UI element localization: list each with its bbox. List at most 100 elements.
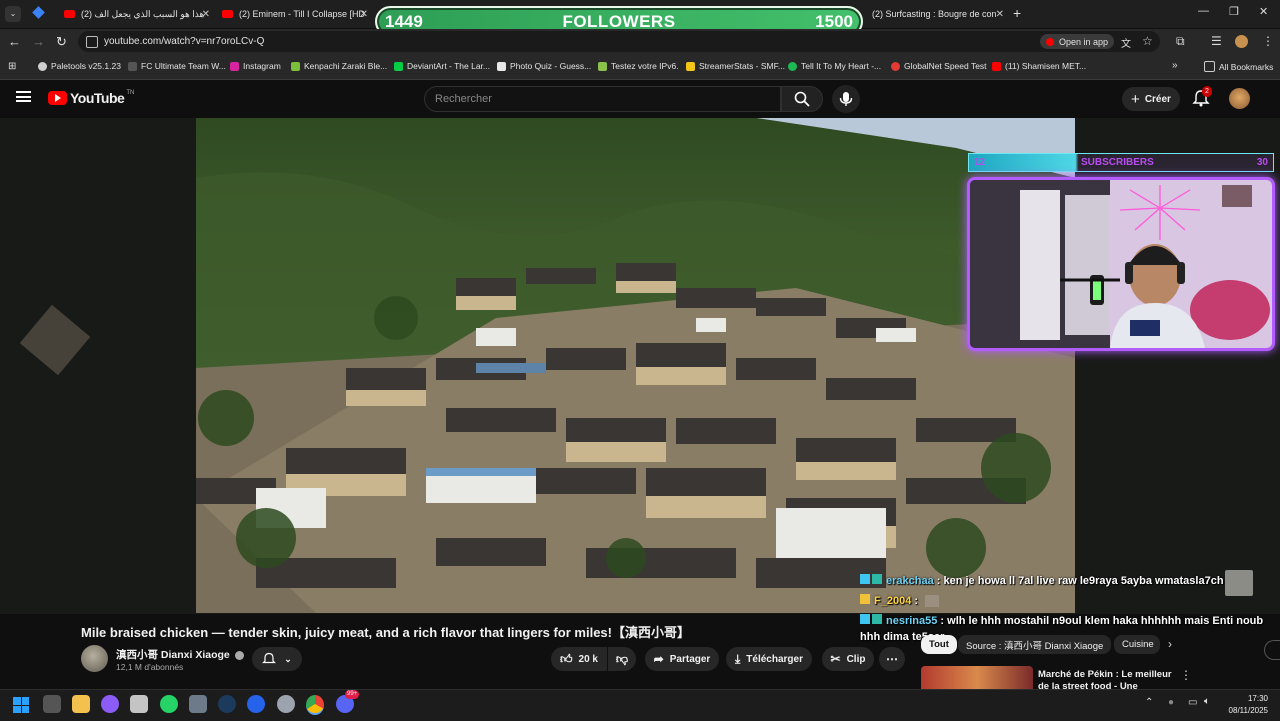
spotify-icon: [788, 61, 797, 71]
new-tab-button[interactable]: +: [1013, 5, 1021, 21]
steam-icon[interactable]: [218, 695, 236, 713]
back-icon[interactable]: ←: [8, 34, 21, 49]
subscribe-notification-button[interactable]: ⌄: [252, 647, 302, 671]
chevron-down-icon: ⌄: [284, 653, 292, 664]
youtube-logo[interactable]: YouTube TN: [48, 90, 134, 106]
video-player[interactable]: [196, 118, 1075, 613]
close-tab-icon[interactable]: ✕: [360, 9, 368, 20]
minimize-button[interactable]: —: [1198, 5, 1209, 17]
create-button[interactable]: + Créer: [1122, 87, 1180, 111]
windows-start-icon[interactable]: [13, 697, 29, 713]
chip-cuisine[interactable]: Cuisine: [1114, 635, 1160, 654]
task-view-icon[interactable]: [43, 695, 61, 713]
dislike-button[interactable]: 👎︎: [608, 647, 636, 671]
bookmark-item[interactable]: Photo Quiz - Guess...: [497, 61, 591, 71]
scissors-icon: ✂: [830, 652, 841, 666]
close-tab-icon[interactable]: ✕: [202, 9, 210, 20]
subscriber-badge-icon: [860, 594, 870, 604]
microphone-tray-icon[interactable]: ●: [1168, 697, 1174, 708]
app-blue-icon[interactable]: [247, 695, 265, 713]
url-text[interactable]: youtube.com/watch?v=nr7oroLCv-Q: [104, 36, 264, 47]
hamburger-menu-icon[interactable]: [16, 91, 31, 102]
open-in-app-button[interactable]: Open in app: [1040, 34, 1115, 49]
reload-icon[interactable]: ↻: [56, 34, 67, 50]
close-window-button[interactable]: ✕: [1259, 5, 1268, 18]
tab-search-button[interactable]: ⌄: [5, 6, 21, 22]
search-input[interactable]: Rechercher: [424, 86, 781, 112]
whatsapp-icon[interactable]: [160, 695, 178, 713]
translate-icon[interactable]: 文: [1121, 35, 1131, 50]
network-icon[interactable]: ▭: [1188, 697, 1197, 708]
profile-avatar[interactable]: [1235, 35, 1248, 48]
chip-all[interactable]: Tout: [921, 635, 957, 654]
search-button[interactable]: [781, 86, 823, 112]
voice-search-button[interactable]: [832, 85, 860, 113]
chip-source[interactable]: Source : 滇西小哥 Dianxi Xiaoge: [958, 635, 1112, 654]
more-actions-button[interactable]: ⋯: [879, 647, 905, 671]
bookmark-star-icon[interactable]: ☆: [1142, 34, 1153, 48]
volume-icon[interactable]: 🔈︎: [1204, 696, 1210, 707]
bookmark-item[interactable]: Instagram: [230, 61, 281, 71]
bookmark-item[interactable]: Kenpachi Zaraki Ble...: [291, 61, 387, 71]
close-tab-icon[interactable]: ✕: [996, 9, 1004, 20]
reading-list-icon[interactable]: ☰: [1211, 34, 1222, 48]
tray-chevron-icon[interactable]: ⌃: [1145, 697, 1153, 708]
scroll-right-button[interactable]: [1264, 640, 1280, 660]
chrome-icon[interactable]: [306, 695, 324, 715]
verified-badge-icon: [872, 574, 882, 584]
deviantart-icon: [394, 61, 403, 71]
twitch-badge-icon: [860, 614, 870, 624]
app-gray-icon[interactable]: [277, 695, 295, 713]
snipping-tool-icon[interactable]: [130, 695, 148, 713]
bookmark-favicon-icon: [686, 61, 695, 71]
channel-avatar[interactable]: [81, 645, 108, 672]
app-circle-icon[interactable]: [101, 695, 119, 713]
download-button[interactable]: ⤓ Télécharger: [726, 647, 812, 671]
bookmark-item[interactable]: Testez votre IPv6.: [598, 61, 679, 71]
bookmark-item[interactable]: DeviantArt - The Lar...: [394, 61, 490, 71]
file-explorer-icon[interactable]: [72, 695, 90, 713]
bookmark-item[interactable]: Paletools v25.1.23: [38, 61, 121, 71]
chevron-right-icon[interactable]: ›: [1168, 637, 1172, 651]
chat-message: erakchaa : ken je howa ll 7al live raw l…: [860, 574, 1224, 587]
all-bookmarks-button[interactable]: All Bookmarks: [1204, 61, 1273, 72]
microphone-icon: [839, 92, 853, 106]
notifications-button[interactable]: 2: [1192, 86, 1212, 112]
tab-surfcasting[interactable]: (2) Surfcasting : Bougre de con ✕: [858, 2, 1008, 26]
streamer-webcam: [967, 177, 1275, 351]
bookmarks-overflow-icon[interactable]: »: [1172, 60, 1178, 71]
youtube-favicon-icon: [222, 10, 233, 18]
subscribers-current: 12: [974, 157, 986, 168]
bookmark-item[interactable]: Tell It To My Heart -...: [788, 61, 881, 71]
extensions-icon[interactable]: ⧉: [1176, 34, 1185, 49]
tab-eminem[interactable]: (2) Eminem - Till I Collapse [HD ✕: [216, 2, 372, 26]
bookmark-item[interactable]: (11) Shamisen MET...: [992, 61, 1086, 71]
subscribers-goal-widget: 12 SUBSCRIBERS 30: [968, 153, 1274, 172]
bookmark-item[interactable]: StreamerStats - SMF...: [686, 61, 785, 71]
site-info-icon[interactable]: [86, 36, 98, 48]
apps-grid-icon[interactable]: ⊞: [8, 61, 16, 72]
clock[interactable]: 17:30 08/11/2025: [1226, 693, 1268, 717]
forward-icon[interactable]: →: [32, 34, 45, 49]
bookmark-item[interactable]: GlobalNet Speed Test: [891, 61, 987, 71]
account-avatar[interactable]: [1229, 88, 1250, 109]
more-icon: ⋯: [886, 652, 898, 666]
clip-button[interactable]: ✂ Clip: [822, 647, 874, 671]
channel-subscribers: 12,1 M d'abonnés: [116, 662, 184, 672]
browser-menu-icon[interactable]: ⋮: [1262, 34, 1274, 48]
like-button[interactable]: 👍︎ 20 k: [551, 647, 607, 671]
chat-emote: [1225, 570, 1253, 596]
recommended-thumbnail[interactable]: [921, 666, 1033, 690]
tab-arabic-video[interactable]: هذا هو السبب الذي يجعل الف (2) ✕: [58, 2, 214, 26]
recommended-menu-icon[interactable]: ⋮: [1180, 668, 1192, 682]
bookmark-favicon-icon: [128, 61, 137, 71]
bookmark-item[interactable]: FC Ultimate Team W...: [128, 61, 226, 71]
chat-emote: [925, 595, 940, 608]
maximize-button[interactable]: ❐: [1229, 5, 1239, 18]
app-icon[interactable]: [189, 695, 207, 713]
channel-name[interactable]: 滇西小哥 Dianxi Xiaoge: [116, 647, 244, 662]
chat-message: nesrina55 : wlh le hhh mostahil n9oul kl…: [860, 614, 1263, 627]
discord-icon[interactable]: 99+: [336, 690, 360, 713]
share-button[interactable]: ➦ Partager: [645, 647, 719, 671]
verified-check-icon: [234, 650, 244, 660]
